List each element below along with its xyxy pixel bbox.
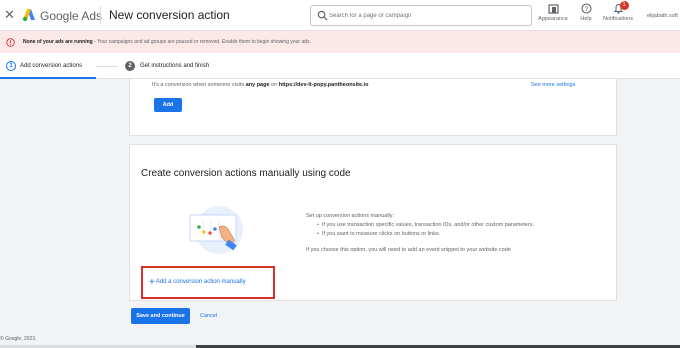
- google-ads-logo-icon: [22, 9, 35, 22]
- footer-copyright: © Google, 2023.: [0, 336, 37, 342]
- manual-card-title: Create conversion actions manually using…: [141, 168, 351, 179]
- highlight-box: +Add a conversion action manually: [141, 266, 275, 299]
- add-manual-label: Add a conversion action manually: [155, 279, 246, 285]
- code-illustration: [189, 206, 243, 254]
- header-divider: [100, 6, 101, 24]
- brand-google: Google: [40, 9, 79, 23]
- instruction-bullet: If you use transaction specific values, …: [317, 221, 534, 230]
- instruction-bullet: If you want to measure clicks on buttons…: [317, 230, 534, 239]
- appearance-button[interactable]: Appearance: [537, 3, 569, 22]
- instructions-intro: Set up conversion actions manually:: [306, 213, 395, 219]
- brand-ads: Ads: [81, 9, 103, 23]
- desc-any-page: any page: [245, 82, 270, 88]
- plus-icon: +: [149, 277, 155, 288]
- help-icon: ?: [580, 3, 592, 14]
- help-label: Help: [580, 16, 592, 22]
- brand-name: Google Ads: [40, 9, 102, 23]
- desc-prefix: It's a conversion when someone visits: [152, 82, 246, 88]
- cancel-link[interactable]: Cancel: [200, 313, 217, 319]
- stepper: 1 Add conversion actions 2 Get instructi…: [0, 53, 680, 79]
- add-button[interactable]: Add: [154, 98, 182, 112]
- step-connector: [96, 66, 118, 67]
- help-button[interactable]: ? Help: [576, 3, 596, 22]
- alert-title: None of your ads are running: [23, 39, 93, 45]
- search-icon: [317, 10, 328, 21]
- step-2-number: 2: [125, 61, 135, 71]
- alert-message: None of your ads are running - Your camp…: [23, 39, 311, 45]
- desc-url: https://dev-lt-popy.pantheonsite.io: [278, 82, 369, 88]
- close-icon[interactable]: ✕: [4, 8, 15, 22]
- error-icon: [6, 38, 15, 47]
- alert-banner: None of your ads are running - Your camp…: [0, 31, 680, 53]
- step-1-label[interactable]: Add conversion actions: [20, 63, 82, 69]
- notification-count-badge: 1: [619, 1, 629, 10]
- svg-text:?: ?: [584, 6, 588, 13]
- instructions-note: If you choose this option, you will need…: [306, 247, 511, 253]
- appearance-icon: [547, 4, 559, 14]
- website-conversion-description: It's a conversion when someone visits an…: [152, 82, 368, 88]
- notifications-button[interactable]: 1 Notifications: [600, 1, 636, 22]
- save-and-continue-button[interactable]: Save and continue: [131, 308, 190, 324]
- website-conversion-card: It's a conversion when someone visits an…: [129, 79, 617, 136]
- search-input[interactable]: [329, 8, 529, 23]
- manual-conversion-card: Create conversion actions manually using…: [129, 144, 617, 301]
- manual-instructions: Set up conversion actions manually: If y…: [306, 212, 534, 255]
- instructions-list: If you use transaction specific values, …: [317, 221, 534, 239]
- desc-mid: on: [269, 82, 279, 88]
- step-1-number: 1: [6, 61, 16, 71]
- account-name[interactable]: elijabath.soft: [647, 13, 678, 19]
- appearance-label: Appearance: [538, 16, 568, 22]
- step-2-label[interactable]: Get instructions and finish: [140, 63, 209, 69]
- active-step-indicator: [0, 77, 96, 79]
- add-conversion-manually-link[interactable]: +Add a conversion action manually: [149, 277, 246, 288]
- search-box[interactable]: [310, 5, 532, 26]
- page-title: New conversion action: [109, 8, 230, 22]
- alert-details: - Your campaigns and ad groups are pause…: [92, 39, 311, 45]
- top-app-bar: ✕ Google Ads New conversion action Appea…: [0, 0, 680, 31]
- notifications-label: Notifications: [603, 16, 633, 22]
- see-more-settings-link[interactable]: See more settings: [531, 82, 575, 88]
